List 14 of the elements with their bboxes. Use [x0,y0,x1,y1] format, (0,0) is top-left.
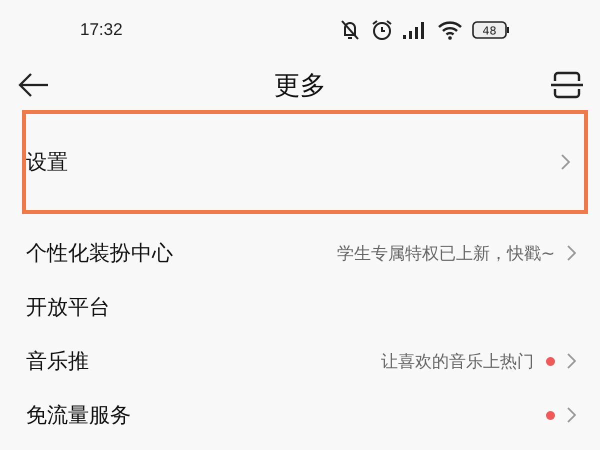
back-icon[interactable] [18,72,50,98]
page-title: 更多 [274,70,326,102]
menu-item-label[interactable]: 免流量服务 [26,401,131,429]
menu-item-hint: 学生专属特权已上新，快戳~ [336,242,555,264]
menu-item-label[interactable]: 开放平台 [26,293,110,321]
status-time: 17:32 [80,20,123,40]
menu-item-hint: 让喜欢的音乐上热门 [381,350,534,372]
scan-icon[interactable] [550,71,584,99]
menu-item-label[interactable]: 个性化装扮中心 [26,239,173,267]
alarm-icon [371,19,393,41]
wifi-icon [437,20,463,40]
menu-item-label[interactable]: 设置 [26,148,68,176]
menu-item-label[interactable]: 音乐推 [26,347,89,375]
battery-icon: 48 [472,21,510,39]
